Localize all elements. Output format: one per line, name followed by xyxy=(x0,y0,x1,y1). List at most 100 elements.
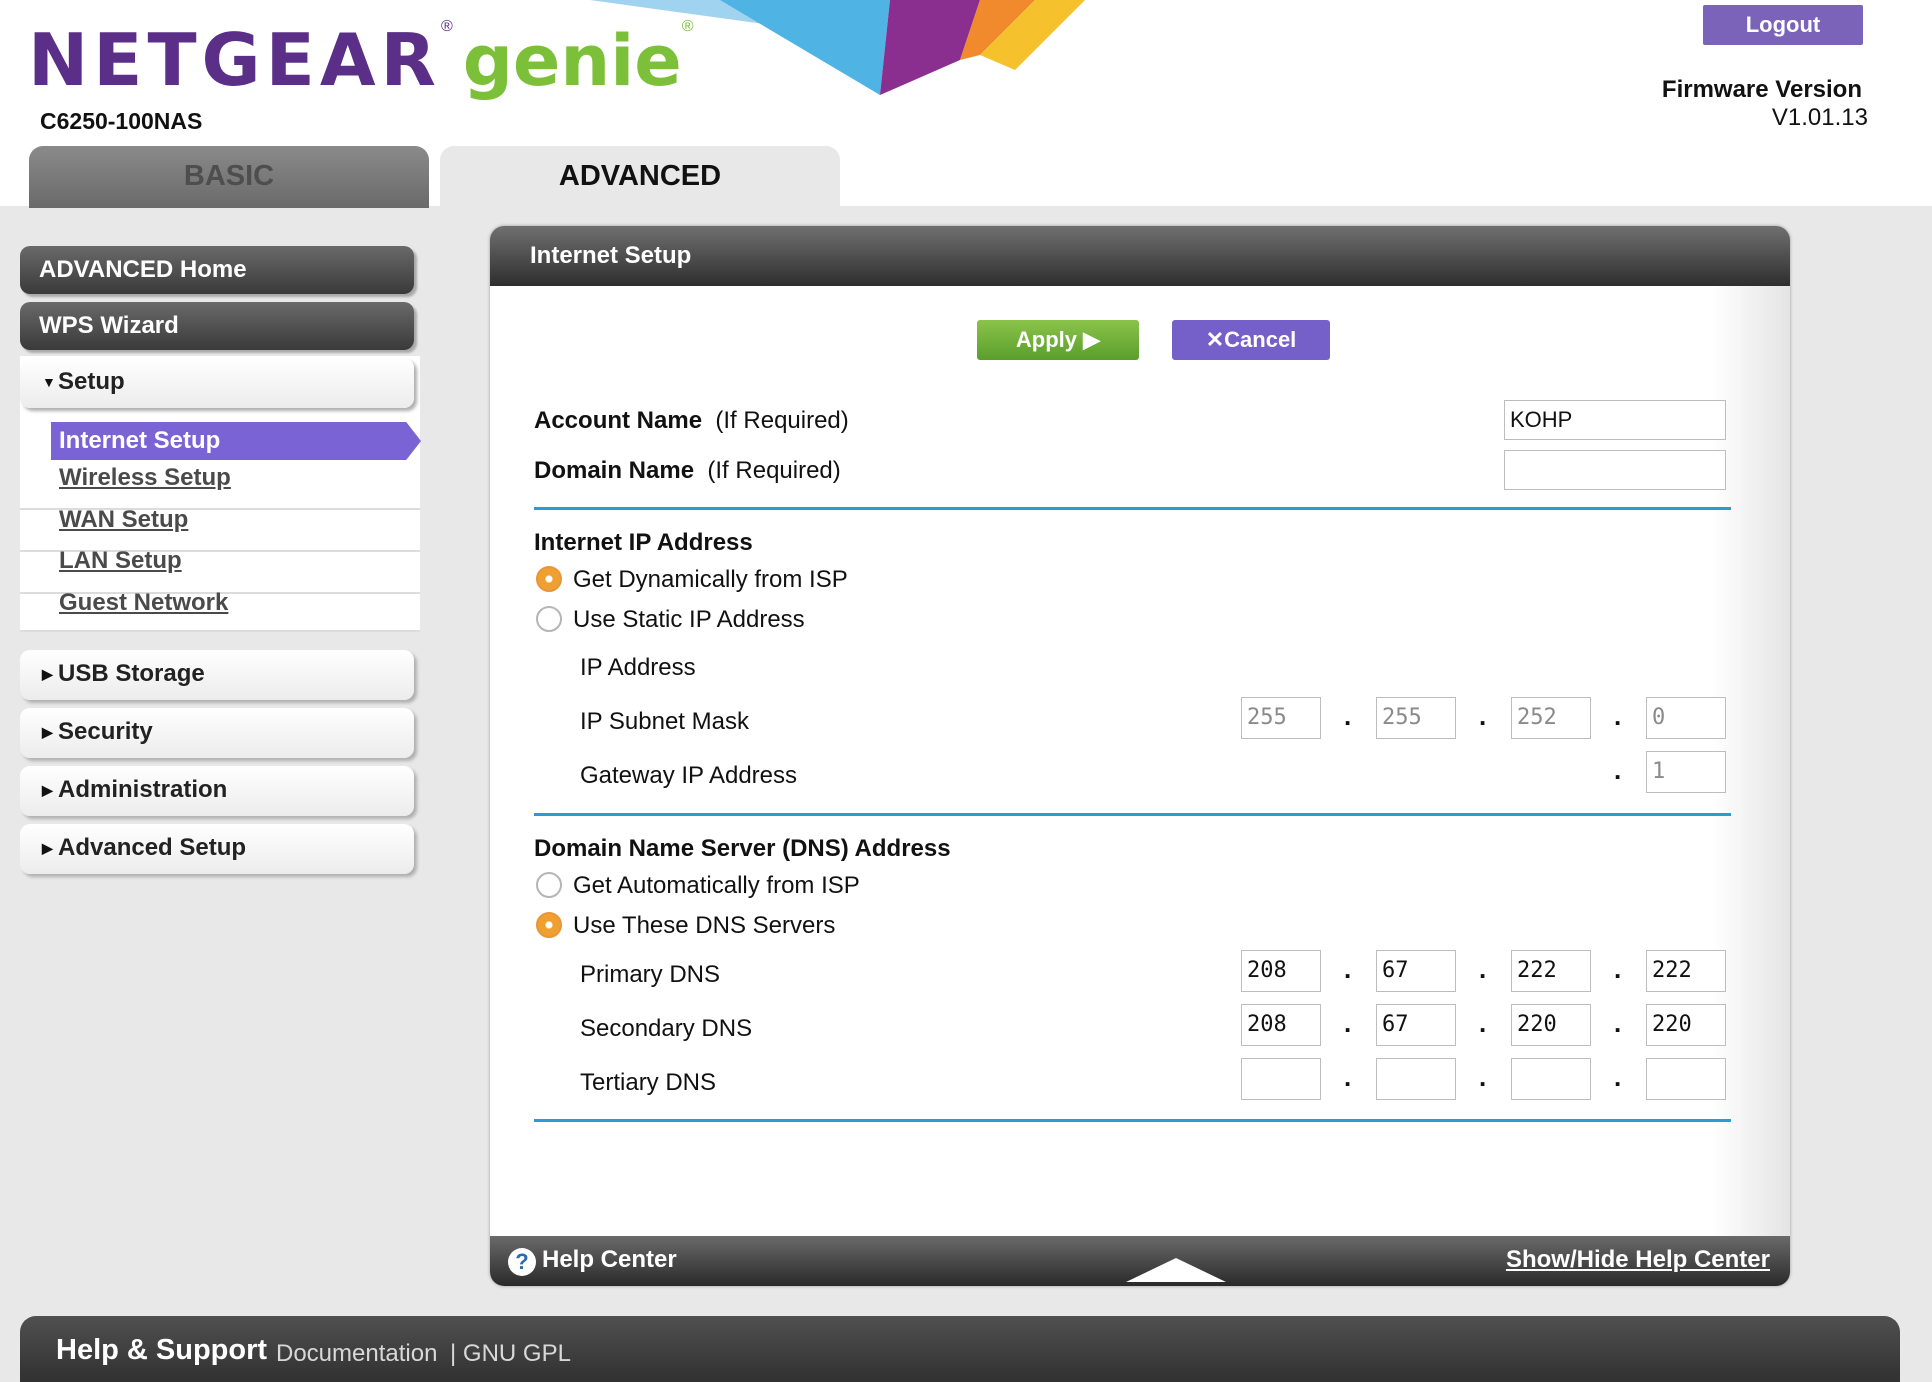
caret-down-icon: ▼ xyxy=(42,374,56,390)
octet-separator: . xyxy=(1614,755,1622,785)
sidebar-item-advanced-home[interactable]: ADVANCED Home xyxy=(20,246,414,294)
sidebar-item-internet-setup[interactable]: Internet Setup xyxy=(51,422,421,460)
subnet-octet-1[interactable]: 255 xyxy=(1241,697,1321,739)
secondary-dns-octet-1[interactable]: 208 xyxy=(1241,1004,1321,1046)
tertiary-dns-octet-3[interactable] xyxy=(1511,1058,1591,1100)
sidebar-item-wps-wizard[interactable]: WPS Wizard xyxy=(20,302,414,350)
radio-static-ip[interactable] xyxy=(536,606,562,632)
logout-button[interactable]: Logout xyxy=(1703,5,1863,45)
expand-up-arrow-icon[interactable] xyxy=(1126,1258,1226,1282)
footer: Help & Support Documentation | GNU GPL xyxy=(20,1316,1900,1382)
primary-dns-octet-2[interactable]: 67 xyxy=(1376,950,1456,992)
octet-separator: . xyxy=(1344,1008,1352,1038)
octet-separator: . xyxy=(1479,1062,1487,1092)
internet-ip-title: Internet IP Address xyxy=(534,529,753,556)
registered-mark-icon: ® xyxy=(441,18,453,35)
panel-title: Internet Setup xyxy=(490,226,1790,286)
help-question-icon: ? xyxy=(508,1248,536,1276)
sidebar-item-label: Advanced Setup xyxy=(58,834,247,861)
gateway-octet-4[interactable]: 1 xyxy=(1646,751,1726,793)
secondary-dns-label: Secondary DNS xyxy=(580,1015,753,1042)
redacted-area xyxy=(1234,746,1606,798)
sidebar-item-guest-network[interactable]: Guest Network xyxy=(59,589,228,617)
sidebar-item-label: Security xyxy=(58,718,153,745)
help-center-label: Help Center xyxy=(542,1246,677,1273)
sidebar-item-administration[interactable]: ▶ Administration xyxy=(20,766,414,816)
sidebar-item-security[interactable]: ▶ Security xyxy=(20,708,414,758)
radio-dns-manual[interactable] xyxy=(536,912,562,938)
primary-dns-octet-1[interactable]: 208 xyxy=(1241,950,1321,992)
subnet-octet-4[interactable]: 0 xyxy=(1646,697,1726,739)
sidebar-item-advanced-setup[interactable]: ▶ Advanced Setup xyxy=(20,824,414,874)
account-name-label: Account Name xyxy=(534,407,703,434)
octet-separator: . xyxy=(1344,1062,1352,1092)
account-name-hint: (If Required) xyxy=(715,407,849,434)
apply-button[interactable]: Apply ▶ xyxy=(977,320,1139,360)
radio-static-ip-label: Use Static IP Address xyxy=(573,606,805,633)
header: NETGEAR® genie® C6250-100NAS Logout Firmw… xyxy=(0,0,1932,208)
octet-separator: . xyxy=(1614,1062,1622,1092)
account-name-row-label: Account Name (If Required) xyxy=(534,407,849,435)
octet-separator: . xyxy=(1479,954,1487,984)
sidebar-item-usb-storage[interactable]: ▶ USB Storage xyxy=(20,650,414,700)
tertiary-dns-octet-2[interactable] xyxy=(1376,1058,1456,1100)
model-number: C6250-100NAS xyxy=(40,108,203,134)
show-hide-help-center-link[interactable]: Show/Hide Help Center xyxy=(1506,1246,1770,1274)
decorative-triangles-icon xyxy=(590,0,1085,95)
radio-dns-auto-label: Get Automatically from ISP xyxy=(573,872,860,899)
radio-dns-auto[interactable] xyxy=(536,872,562,898)
domain-name-label: Domain Name xyxy=(534,457,695,484)
cancel-button[interactable]: ✕Cancel xyxy=(1172,320,1330,360)
sidebar-item-label: Setup xyxy=(58,368,125,395)
redacted-area xyxy=(1240,642,1620,688)
sidebar-item-label: USB Storage xyxy=(58,660,205,687)
primary-dns-label: Primary DNS xyxy=(580,961,721,988)
tertiary-dns-label: Tertiary DNS xyxy=(580,1069,717,1096)
firmware-label: Firmware Version xyxy=(1661,76,1862,103)
radio-dynamic-ip[interactable] xyxy=(536,566,562,592)
tertiary-dns-octet-4[interactable] xyxy=(1646,1058,1726,1100)
sidebar-item-label: Administration xyxy=(58,776,228,803)
close-icon: ✕ xyxy=(1205,327,1225,352)
domain-name-input[interactable] xyxy=(1504,450,1726,490)
sidebar-item-wireless-setup[interactable]: Wireless Setup xyxy=(59,464,231,492)
firmware-version: V1.01.13 xyxy=(1771,104,1868,131)
octet-separator: . xyxy=(1479,1008,1487,1038)
caret-right-icon: ▶ xyxy=(42,724,53,740)
caret-right-icon: ▶ xyxy=(42,666,53,682)
divider xyxy=(20,630,420,632)
tab-advanced[interactable]: ADVANCED xyxy=(440,146,840,208)
tertiary-dns-octet-1[interactable] xyxy=(1241,1058,1321,1100)
subnet-mask-label: IP Subnet Mask xyxy=(580,708,749,735)
octet-separator: . xyxy=(1614,701,1622,731)
section-divider xyxy=(534,507,1731,510)
octet-separator: . xyxy=(1344,954,1352,984)
dns-title: Domain Name Server (DNS) Address xyxy=(534,835,951,862)
radio-dynamic-ip-label: Get Dynamically from ISP xyxy=(573,566,848,593)
documentation-link[interactable]: Documentation xyxy=(276,1340,437,1368)
secondary-dns-octet-2[interactable]: 67 xyxy=(1376,1004,1456,1046)
gnu-gpl-link[interactable]: | GNU GPL xyxy=(450,1340,571,1368)
section-divider xyxy=(534,1119,1731,1122)
secondary-dns-octet-3[interactable]: 220 xyxy=(1511,1004,1591,1046)
sidebar-item-setup[interactable]: ▼ Setup xyxy=(20,358,414,408)
octet-separator: . xyxy=(1614,1008,1622,1038)
primary-dns-octet-4[interactable]: 222 xyxy=(1646,950,1726,992)
account-name-input[interactable] xyxy=(1504,400,1726,440)
help-center-bar: ? Help Center Show/Hide Help Center xyxy=(490,1236,1790,1286)
subnet-octet-3[interactable]: 252 xyxy=(1511,697,1591,739)
cancel-label: Cancel xyxy=(1224,327,1297,352)
domain-name-row-label: Domain Name (If Required) xyxy=(534,457,841,485)
domain-name-hint: (If Required) xyxy=(707,457,841,484)
caret-right-icon: ▶ xyxy=(42,840,53,856)
octet-separator: . xyxy=(1479,701,1487,731)
sidebar-item-lan-setup[interactable]: LAN Setup xyxy=(59,547,182,575)
caret-right-icon: ▶ xyxy=(42,782,53,798)
secondary-dns-octet-4[interactable]: 220 xyxy=(1646,1004,1726,1046)
primary-dns-octet-3[interactable]: 222 xyxy=(1511,950,1591,992)
subnet-octet-2[interactable]: 255 xyxy=(1376,697,1456,739)
sidebar-item-wan-setup[interactable]: WAN Setup xyxy=(59,506,188,534)
radio-dns-manual-label: Use These DNS Servers xyxy=(573,912,836,939)
internet-setup-panel: Internet Setup Apply ▶ ✕Cancel Account N… xyxy=(490,226,1790,1286)
tab-basic[interactable]: BASIC xyxy=(29,146,429,208)
